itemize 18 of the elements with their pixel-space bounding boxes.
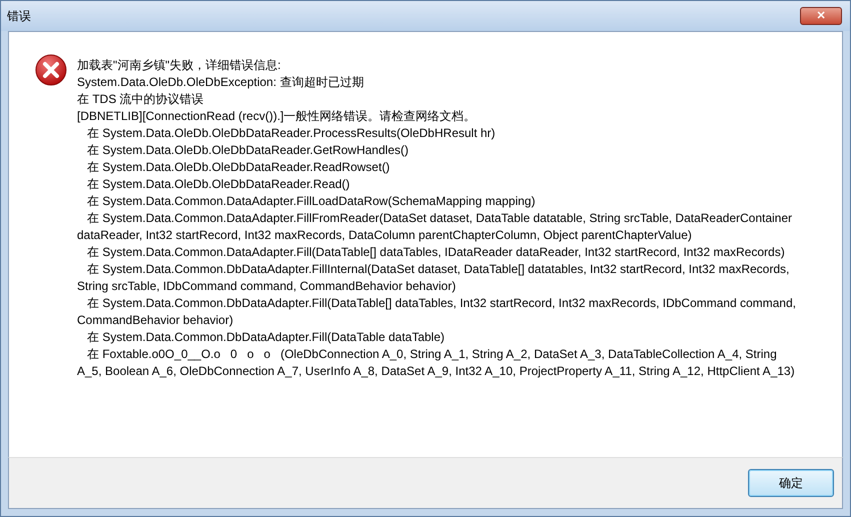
error-message-line: 在 System.Data.OleDb.OleDbDataReader.ReadRowset() [86,159,391,176]
error-message-line: 在 System.Data.OleDb.OleDbDataReader.Read() [86,176,351,193]
error-message-line: 在 System.Data.Common.DataAdapter.FillFromReader(DataSet dataset, DataTable datatable, String srcTable, DataReaderContainer dataReader, Int32 startRecord, Int32 maxRecords, DataColumn parentChapterColumn, Object parentChapterValue) [77,210,794,244]
error-icon [35,54,67,86]
error-message-line: 在 System.Data.Common.DataAdapter.Fill(DataTable[] dataTables, IDataReader dataReader, Int32 startRecord, Int32 maxRecords) [86,244,786,261]
ok-button[interactable]: 确定 [748,469,834,497]
error-message-line: 在 Foxtable.o0O_0__O.o 0 o o (OleDbConnection A_0, String A_1, String A_2, DataSet A_3, DataTableCollection A_4, String A_5, Boolean A_6, OleDbConnection A_7, UserInfo A_8, DataSet A_9, Int32 A_10, ProjectProperty A_11, String A_12, HttpClient A_13) [77,346,796,380]
error-message-line: 在 System.Data.OleDb.OleDbDataReader.GetRowHandles() [86,142,410,159]
error-message-line: 加载表"河南乡镇"失败，详细错误信息: [77,57,282,74]
error-message-line: 在 System.Data.Common.DbDataAdapter.FillInternal(DataSet dataset, DataTable[] datatables, Int32 startRecord, Int32 maxRecords, String srcTable, IDbCommand command, CommandBehavior behavior) [77,261,790,295]
error-message-line: 在 TDS 流中的协议错误 [77,91,205,108]
error-message-line: 在 System.Data.OleDb.OleDbDataReader.ProcessResults(OleDbHResult hr) [86,125,496,142]
error-message-line: 在 System.Data.Common.DataAdapter.FillLoadDataRow(SchemaMapping mapping) [86,193,536,210]
error-message-line: 在 System.Data.Common.DbDataAdapter.Fill(DataTable dataTable) [86,329,446,346]
error-message-line: 在 System.Data.Common.DbDataAdapter.Fill(DataTable[] dataTables, Int32 startRecord, Int32 maxRecords, IDbCommand command, CommandBehavior behavior) [77,295,797,329]
window-title: 错误 [7,8,31,24]
error-message-line: [DBNETLIB][ConnectionRead (recv()).]一般性网络错误。请检查网络文档。 [77,108,477,125]
error-message-line: System.Data.OleDb.OleDbException: 查询超时已过期 [77,74,365,91]
